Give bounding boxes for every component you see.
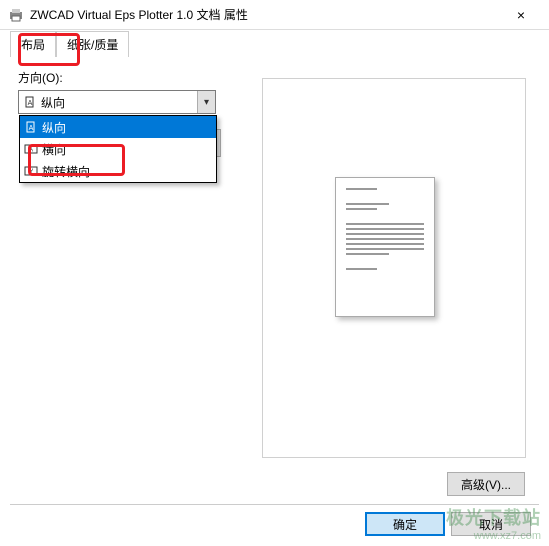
printer-icon: [8, 7, 24, 23]
preview-panel: [262, 78, 526, 458]
page-preview: [335, 177, 435, 317]
orientation-selected: A 纵向: [19, 94, 197, 111]
orientation-group: 方向(O): A 纵向 ▾ A 纵向: [18, 69, 223, 505]
orientation-label: 方向(O):: [18, 69, 223, 86]
advanced-button[interactable]: 高级(V)...: [447, 472, 525, 496]
portrait-icon: A: [24, 121, 38, 133]
window-title: ZWCAD Virtual Eps Plotter 1.0 文档 属性: [30, 6, 501, 23]
cancel-button[interactable]: 取消: [451, 512, 531, 536]
svg-text:A: A: [29, 125, 34, 132]
dropdown-button[interactable]: ▾: [197, 91, 215, 113]
dialog-buttons: 确定 取消: [365, 512, 531, 536]
close-button[interactable]: ×: [501, 0, 541, 30]
titlebar: ZWCAD Virtual Eps Plotter 1.0 文档 属性 ×: [0, 0, 549, 30]
portrait-icon: A: [23, 96, 37, 108]
chevron-down-icon: ▾: [204, 97, 209, 108]
option-portrait[interactable]: A 纵向: [20, 116, 216, 138]
svg-text:A: A: [28, 100, 33, 107]
orientation-combobox[interactable]: A 纵向 ▾ A 纵向 A 横向: [18, 90, 216, 114]
annotation-highlight-tab: [18, 33, 80, 66]
separator: [10, 504, 539, 505]
annotation-highlight-option: [28, 144, 125, 176]
tab-bar: 布局 纸张/质量: [10, 31, 549, 57]
ok-button[interactable]: 确定: [365, 512, 445, 536]
